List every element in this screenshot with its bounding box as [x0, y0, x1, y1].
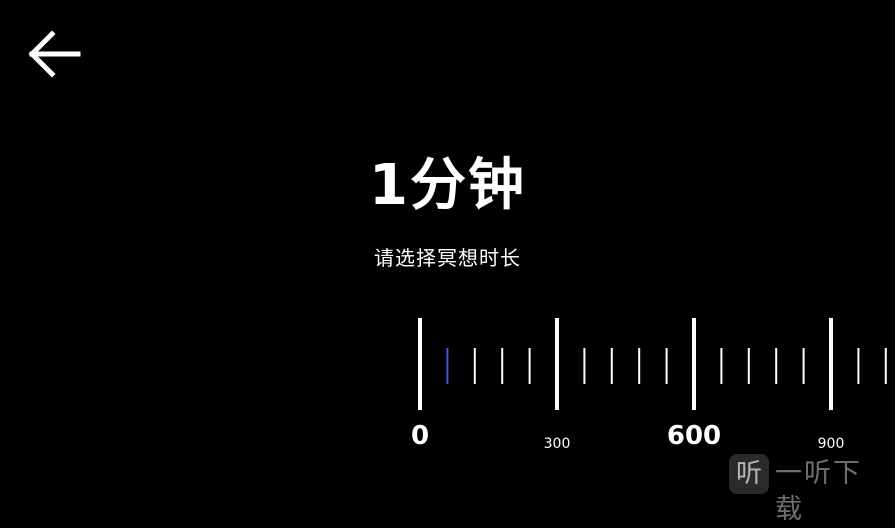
duration-subtitle: 请选择冥想时长 — [374, 246, 521, 270]
duration-title: 1分钟 — [369, 153, 526, 218]
ruler-label: 900 — [818, 436, 845, 452]
ruler-label: 600 — [667, 421, 721, 451]
watermark: 听 一听下载 — [729, 452, 889, 525]
arrow-left-icon — [28, 30, 81, 78]
watermark-logo: 听 — [729, 454, 769, 494]
ruler-label: 300 — [544, 436, 571, 452]
ruler-scale[interactable]: 0 300 600 900 — [0, 310, 895, 460]
back-button[interactable] — [26, 28, 82, 80]
ruler-label: 0 — [411, 421, 429, 451]
duration-ruler[interactable]: 0 300 600 900 — [0, 310, 895, 460]
watermark-text: 一听下载 — [775, 458, 862, 525]
